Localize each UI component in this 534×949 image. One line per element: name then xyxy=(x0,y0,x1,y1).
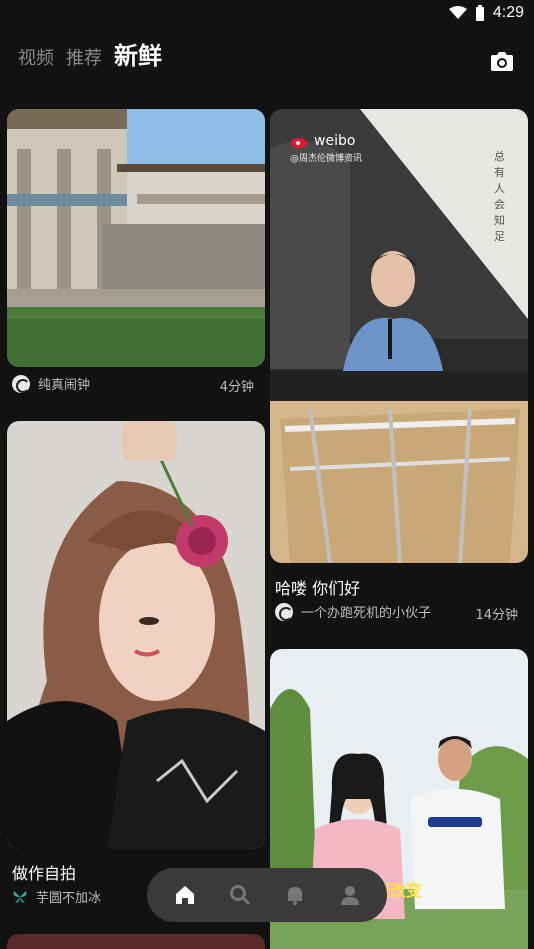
author-avatar[interactable] xyxy=(275,602,293,621)
watermark-text: weibo xyxy=(314,133,356,149)
watermark-caption: @周杰伦微博资讯 xyxy=(290,154,363,164)
bell-icon xyxy=(287,887,302,905)
butterfly-avatar-icon xyxy=(13,890,27,903)
card-meta: 纯真闹钟 xyxy=(12,374,90,393)
tab-video[interactable]: 视频 xyxy=(18,50,54,68)
wifi-icon xyxy=(448,6,467,19)
status-bar: 4:29 xyxy=(0,0,534,30)
tab-fresh[interactable]: 新鲜 xyxy=(114,44,162,68)
camera-icon xyxy=(491,52,513,71)
author-name[interactable]: 芋圆不加冰 xyxy=(36,887,101,906)
home-icon xyxy=(175,886,194,904)
nav-profile[interactable] xyxy=(335,880,365,910)
video-card[interactable] xyxy=(7,109,265,367)
video-title[interactable]: 哈喽 你们好 xyxy=(275,575,360,599)
nav-search[interactable] xyxy=(225,880,255,910)
video-card[interactable]: weibo @周杰伦微博资讯 总有人会知足 xyxy=(270,109,528,563)
bottom-nav xyxy=(147,868,387,922)
profile-icon xyxy=(340,886,359,905)
battery-icon xyxy=(475,5,484,21)
video-thumbnail xyxy=(7,109,265,367)
weibo-watermark: weibo xyxy=(290,133,355,149)
video-duration: 14分钟 xyxy=(475,608,518,623)
search-icon xyxy=(229,885,250,906)
video-thumbnail xyxy=(270,109,528,563)
card-meta: 一个办跑死机的小伙子 xyxy=(275,602,431,621)
author-avatar[interactable] xyxy=(12,374,30,393)
video-thumbnail xyxy=(7,421,265,849)
video-card[interactable] xyxy=(7,421,265,849)
video-card[interactable] xyxy=(7,934,265,949)
author-name[interactable]: 纯真闹钟 xyxy=(38,374,90,393)
vertical-caption: 总有人会知足 xyxy=(494,150,505,243)
nav-home[interactable] xyxy=(170,880,200,910)
video-duration: 4分钟 xyxy=(219,380,254,395)
weibo-icon xyxy=(291,138,307,148)
camera-button[interactable] xyxy=(488,48,516,76)
card-meta: 芋圆不加冰 xyxy=(12,887,101,906)
video-title[interactable]: 做作自拍 xyxy=(12,860,76,884)
nav-notifications[interactable] xyxy=(280,880,310,910)
status-time: 4:29 xyxy=(492,4,524,21)
top-tabs: 视频 推荐 新鲜 xyxy=(18,44,162,68)
tab-recommend[interactable]: 推荐 xyxy=(66,50,102,68)
author-name[interactable]: 一个办跑死机的小伙子 xyxy=(301,602,431,621)
